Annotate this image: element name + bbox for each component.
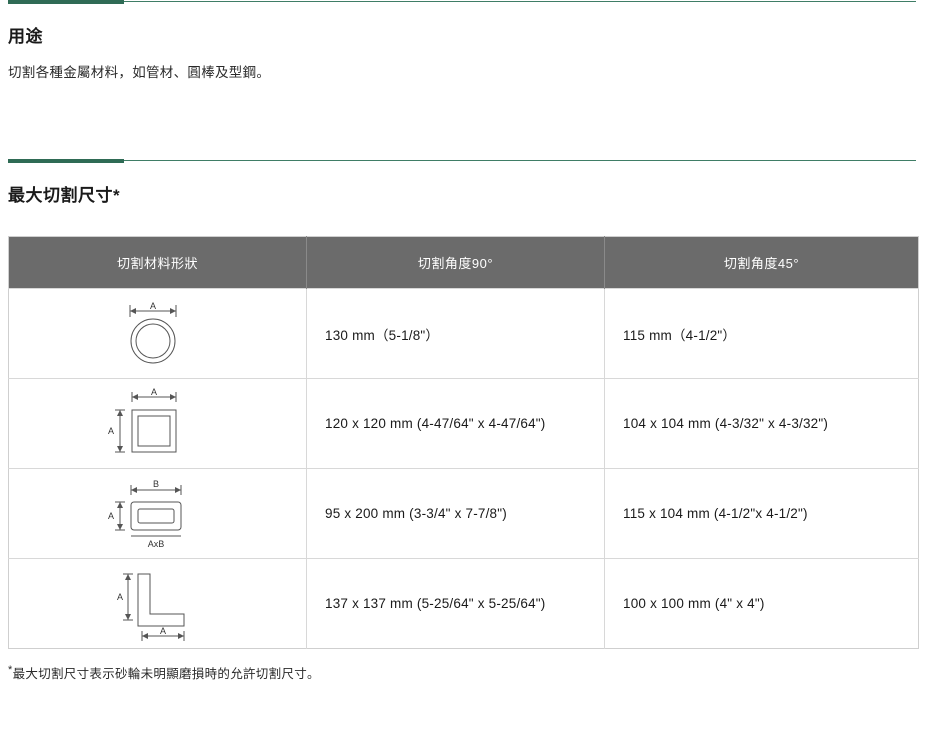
rule-line: [8, 1, 916, 2]
shape-cell: A: [8, 288, 307, 379]
svg-text:A: A: [107, 511, 113, 521]
document-page: 用途 切割各種金屬材料，如管材、圓棒及型鋼。 最大切割尺寸* 切割材料形狀 切割…: [0, 0, 926, 753]
value-angle-45: 115 mm（4-1/2"）: [604, 288, 919, 379]
rule-line: [8, 160, 916, 161]
section-body-usage: 切割各種金屬材料，如管材、圓棒及型鋼。: [8, 65, 271, 80]
rule-accent-bar: [8, 159, 124, 163]
value-angle-90: 120 x 120 mm (4-47/64" x 4-47/64"): [306, 378, 605, 469]
table-header-row: 切割材料形狀 切割角度90° 切割角度45°: [8, 236, 919, 289]
svg-text:A: A: [116, 592, 122, 602]
max-cut-size-table: 切割材料形狀 切割角度90° 切割角度45° A 130 mm（5-1/8"） …: [8, 236, 919, 649]
svg-text:A: A: [150, 388, 156, 397]
value-angle-45: 104 x 104 mm (4-3/32" x 4-3/32"): [604, 378, 919, 469]
svg-text:A: A: [107, 426, 113, 436]
table-row: A 130 mm（5-1/8"） 115 mm（4-1/2"）: [8, 288, 919, 379]
square-tube-icon: A A: [107, 388, 176, 452]
angle-bar-icon: A A: [116, 573, 184, 641]
column-header-angle-90: 切割角度90°: [306, 236, 605, 289]
value-angle-45: 115 x 104 mm (4-1/2"x 4-1/2"): [604, 468, 919, 559]
svg-text:A: A: [159, 626, 165, 636]
value-angle-90: 95 x 200 mm (3-3/4" x 7-7/8"): [306, 468, 605, 559]
rectangular-tube-icon: B A AxB: [107, 479, 181, 549]
shape-cell: A A: [8, 378, 307, 469]
footnote: *最大切割尺寸表示砂輪未明顯磨損時的允許切割尺寸。: [8, 663, 926, 682]
value-angle-90: 130 mm（5-1/8"）: [306, 288, 605, 379]
column-header-angle-45: 切割角度45°: [604, 236, 919, 289]
svg-text:A: A: [149, 301, 155, 311]
section-rule-usage: [8, 0, 916, 4]
round-tube-icon: A: [129, 301, 176, 363]
shape-cell: A A: [8, 558, 307, 649]
table-row: A A 137 x 137 mm (5-25/64" x 5-25/64") 1…: [8, 558, 919, 649]
value-angle-90: 137 x 137 mm (5-25/64" x 5-25/64"): [306, 558, 605, 649]
svg-text:B: B: [152, 479, 158, 489]
value-angle-45: 100 x 100 mm (4" x 4"): [604, 558, 919, 649]
footnote-text: 最大切割尺寸表示砂輪未明顯磨損時的允許切割尺寸。: [12, 667, 320, 681]
svg-text:AxB: AxB: [147, 539, 164, 549]
table-row: B A AxB 95 x 200 mm (3-3/4" x 7-7/8") 11…: [8, 468, 919, 559]
section-title-usage: 用途: [8, 27, 43, 46]
shape-cell: B A AxB: [8, 468, 307, 559]
section-rule-max-cut: [8, 159, 916, 163]
rule-accent-bar: [8, 0, 124, 4]
table-row: A A 120 x 120 mm (4-47/64" x 4-47/64") 1…: [8, 378, 919, 469]
column-header-shape: 切割材料形狀: [8, 236, 307, 289]
section-title-max-cut: 最大切割尺寸*: [8, 186, 121, 205]
